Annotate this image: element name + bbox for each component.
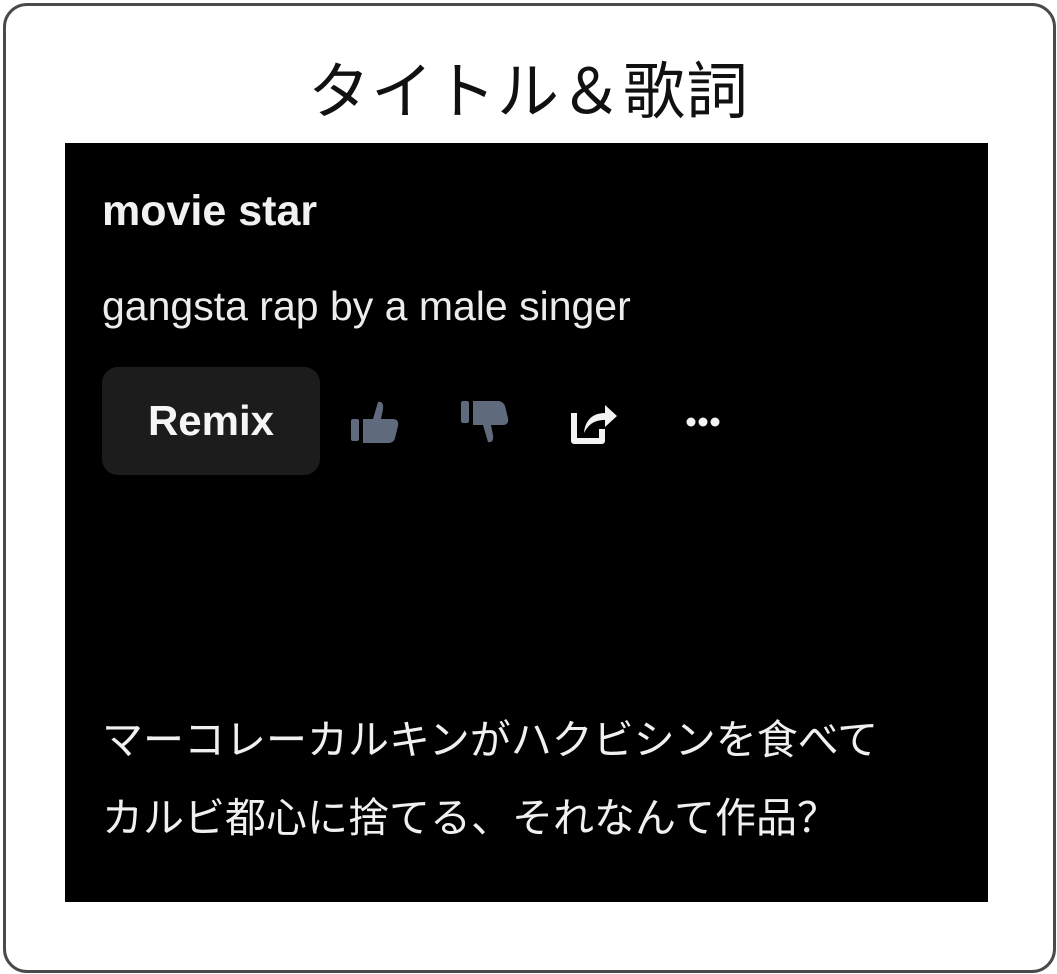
thumbs-down-icon (461, 401, 509, 443)
like-button[interactable] (346, 394, 402, 450)
more-icon (686, 417, 720, 427)
dislike-button[interactable] (456, 394, 512, 450)
share-button[interactable] (565, 394, 621, 450)
song-title: movie star (102, 187, 318, 235)
song-actions: Remix (102, 367, 822, 475)
lyrics-line: マーコレーカルキンがハクビシンを食べて (102, 716, 879, 764)
page-title: タイトル＆歌詞 (307, 55, 749, 128)
lyrics-line: カルビ都心に捨てる、それなんて作品？ (102, 794, 838, 842)
song-panel: movie star gangsta rap by a male singer … (65, 143, 988, 902)
share-icon (571, 405, 617, 444)
song-style: gangsta rap by a male singer (102, 283, 631, 329)
lyrics: マーコレーカルキンがハクビシンを食べて カルビ都心に捨てる、それなんて作品？ (102, 701, 962, 857)
thumbs-up-icon (351, 401, 399, 443)
more-options-button[interactable] (675, 394, 731, 450)
remix-button[interactable]: Remix (102, 367, 320, 475)
